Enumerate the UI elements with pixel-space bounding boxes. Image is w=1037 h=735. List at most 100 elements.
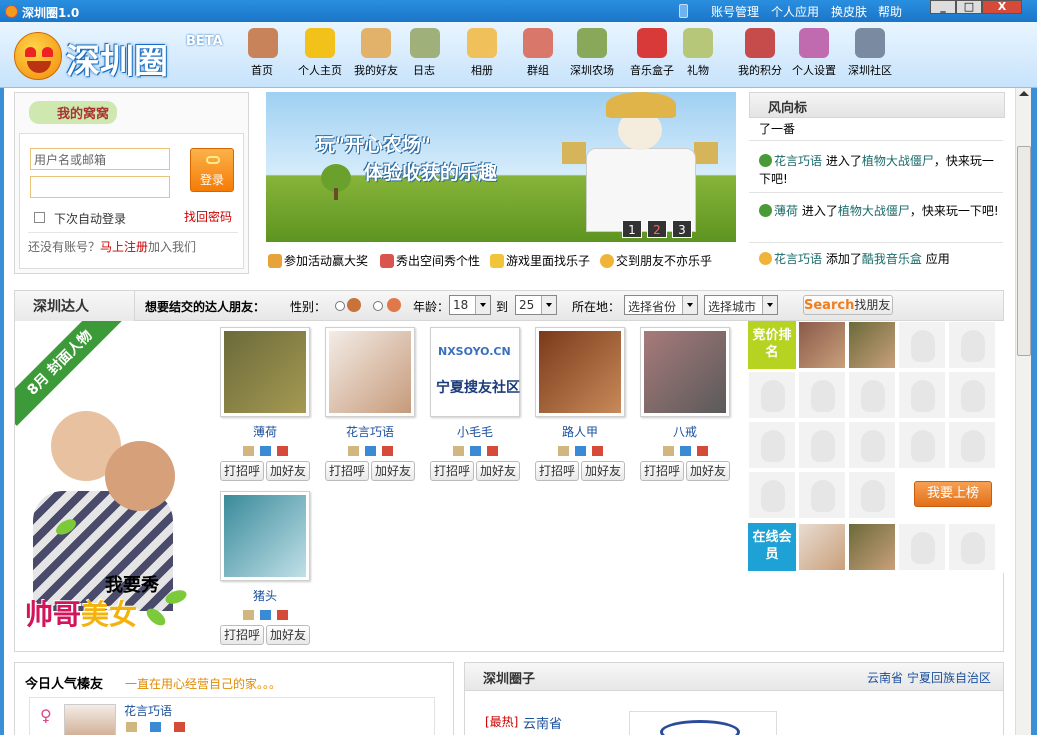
friend-name[interactable]: 路人甲 (532, 423, 628, 440)
nav-item-6[interactable]: 深圳农场 (568, 28, 616, 86)
location-link-ningxia[interactable]: 宁夏回族自治区 (907, 669, 991, 686)
home-icon[interactable] (364, 445, 376, 456)
ranking-avatar-slot[interactable] (948, 371, 996, 419)
greet-button[interactable]: 打招呼 (220, 625, 264, 645)
ranking-avatar-slot[interactable] (898, 523, 946, 571)
profile-icon[interactable] (347, 445, 359, 456)
greet-button[interactable]: 打招呼 (430, 461, 474, 481)
add-friend-button[interactable]: 加好友 (371, 461, 415, 481)
ranking-avatar-slot[interactable] (848, 421, 896, 469)
province-select[interactable]: 选择省份 (624, 295, 698, 315)
menu-help[interactable]: 帮助 (878, 3, 902, 20)
profile-icon[interactable] (242, 609, 254, 620)
nav-item-5[interactable]: 群组 (522, 28, 554, 86)
profile-icon[interactable] (242, 445, 254, 456)
nav-item-0[interactable]: 首页 (248, 28, 278, 86)
auto-login-checkbox[interactable] (34, 212, 45, 223)
add-friend-button[interactable]: 加好友 (266, 625, 310, 645)
nav-item-3[interactable]: 日志 (410, 28, 440, 86)
add-friend-icon[interactable] (696, 445, 708, 456)
promo-link-activity[interactable]: 参加活动赢大奖 (268, 252, 368, 269)
ranking-avatar-slot[interactable] (948, 321, 996, 369)
friend-name[interactable]: 花言巧语 (322, 423, 418, 440)
ranking-avatar-slot[interactable] (848, 523, 896, 571)
home-icon[interactable] (259, 609, 271, 620)
add-friend-button[interactable]: 加好友 (686, 461, 730, 481)
ranking-avatar-slot[interactable] (898, 421, 946, 469)
banner-page-1[interactable]: 1 (622, 220, 642, 238)
add-friend-icon[interactable] (591, 445, 603, 456)
menu-account[interactable]: 账号管理 (711, 3, 759, 20)
ranking-avatar-slot[interactable] (948, 421, 996, 469)
friend-avatar[interactable] (535, 327, 625, 417)
circle-image[interactable] (629, 711, 777, 735)
age-to-select[interactable]: 25 (515, 295, 557, 315)
home-icon[interactable] (259, 445, 271, 456)
ranking-avatar-slot[interactable] (798, 421, 846, 469)
friend-name[interactable]: 猪头 (217, 587, 313, 604)
mobile-icon[interactable] (679, 4, 688, 18)
scroll-up-icon[interactable] (1019, 91, 1029, 96)
minimize-button[interactable]: _ (930, 0, 956, 14)
promo-link-space[interactable]: 秀出空间秀个性 (380, 252, 480, 269)
add-friend-button[interactable]: 加好友 (266, 461, 310, 481)
friend-name[interactable]: 八戒 (637, 423, 733, 440)
ranking-avatar-slot[interactable] (948, 523, 996, 571)
add-friend-icon[interactable] (381, 445, 393, 456)
menu-skin[interactable]: 换皮肤 (831, 3, 867, 20)
avatar[interactable] (64, 704, 116, 735)
greet-button[interactable]: 打招呼 (535, 461, 579, 481)
friend-name[interactable]: 薄荷 (217, 423, 313, 440)
promo-link-games[interactable]: 游戏里面找乐子 (490, 252, 590, 269)
home-icon[interactable] (574, 445, 586, 456)
greet-button[interactable]: 打招呼 (220, 461, 264, 481)
home-icon[interactable] (679, 445, 691, 456)
location-link-yunnan[interactable]: 云南省 (867, 669, 903, 686)
nav-item-1[interactable]: 个人主页 (294, 28, 346, 86)
menu-apps[interactable]: 个人应用 (771, 3, 819, 20)
gender-female-radio[interactable] (373, 301, 383, 311)
banner-page-2[interactable]: 2 (647, 220, 667, 238)
search-friends-button[interactable]: Search找朋友 (803, 295, 893, 315)
scrollbar-thumb[interactable] (1017, 146, 1031, 356)
ranking-avatar-slot[interactable] (798, 371, 846, 419)
friend-avatar[interactable]: NXSOYO.CN 宁夏搜友社区 (430, 327, 520, 417)
nav-item-9[interactable]: 我的积分 (734, 28, 786, 86)
gender-male-radio[interactable] (335, 301, 345, 311)
ranking-avatar-slot[interactable] (748, 421, 796, 469)
login-button[interactable]: 登录 (190, 148, 234, 192)
friend-avatar[interactable] (325, 327, 415, 417)
ranking-avatar-slot[interactable] (798, 523, 846, 571)
city-select[interactable]: 选择城市 (704, 295, 778, 315)
ranking-avatar-slot[interactable] (898, 321, 946, 369)
profile-icon[interactable] (662, 445, 674, 456)
vertical-scrollbar[interactable] (1015, 88, 1031, 735)
ranking-avatar-slot[interactable] (748, 371, 796, 419)
register-link[interactable]: 马上注册 (100, 238, 148, 255)
greet-button[interactable]: 打招呼 (325, 461, 369, 481)
get-ranked-button[interactable]: 我要上榜 (914, 481, 992, 507)
nav-item-2[interactable]: 我的好友 (350, 28, 402, 86)
friend-name[interactable]: 小毛毛 (427, 423, 523, 440)
ranking-avatar-slot[interactable] (848, 321, 896, 369)
add-friend-icon[interactable] (276, 609, 288, 620)
friend-avatar[interactable] (220, 491, 310, 581)
nav-item-4[interactable]: 相册 (466, 28, 498, 86)
farm-banner[interactable]: 玩"开心农场" 体验收获的乐趣 1 2 3 (266, 92, 736, 242)
friend-avatar[interactable] (640, 327, 730, 417)
nav-item-10[interactable]: 个人设置 (788, 28, 840, 86)
home-icon[interactable] (469, 445, 481, 456)
ranking-avatar-slot[interactable] (748, 471, 796, 519)
friend-avatar[interactable] (220, 327, 310, 417)
ranking-avatar-slot[interactable] (848, 471, 896, 519)
nav-item-7[interactable]: 音乐盒子 (626, 28, 678, 86)
hot-circle-link[interactable]: 云南省 (523, 713, 562, 732)
popular-user-name[interactable]: 花言巧语 (124, 702, 172, 719)
profile-icon[interactable] (557, 445, 569, 456)
banner-page-3[interactable]: 3 (672, 220, 692, 238)
add-friend-button[interactable]: 加好友 (581, 461, 625, 481)
ranking-avatar-slot[interactable] (798, 321, 846, 369)
maximize-button[interactable]: □ (956, 0, 982, 14)
ranking-avatar-slot[interactable] (898, 371, 946, 419)
add-friend-button[interactable]: 加好友 (476, 461, 520, 481)
